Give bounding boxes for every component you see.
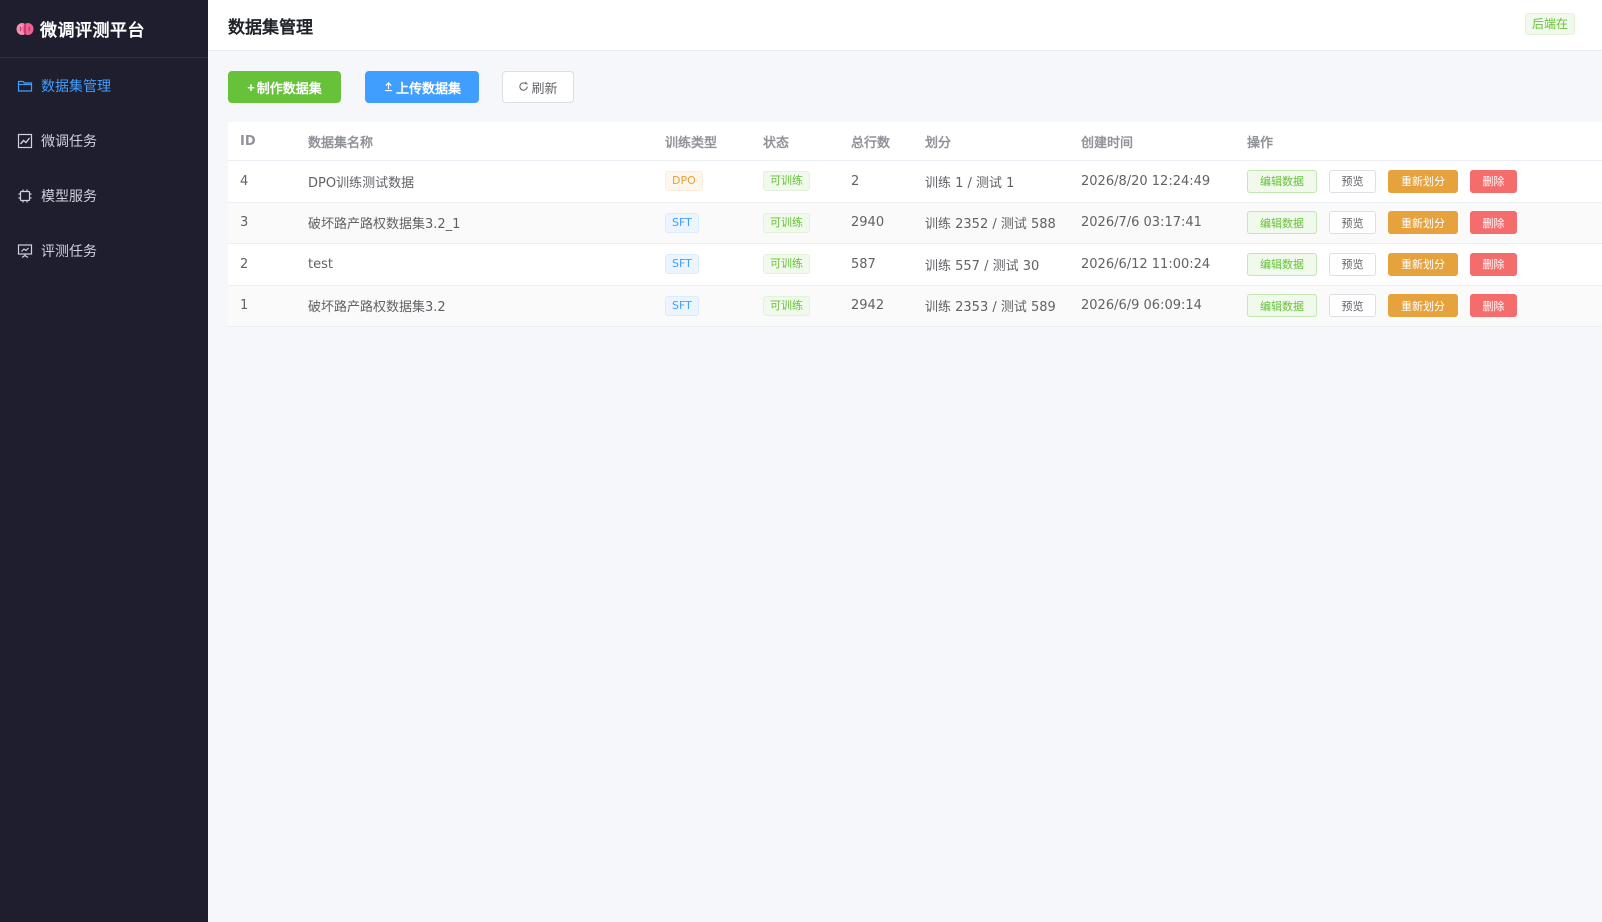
sidebar-item-label: 数据集管理 xyxy=(41,78,111,95)
delete-button[interactable]: 删除 xyxy=(1470,211,1517,235)
table-row: 3 破坏路产路权数据集3.2_1 SFT 可训练 2940 训练 2352 / … xyxy=(228,202,1602,244)
preview-button[interactable]: 预览 xyxy=(1329,169,1376,193)
cell-created: 2026/8/20 12:24:49 xyxy=(1081,173,1211,189)
cell-rows: 2942 xyxy=(851,298,885,314)
preview-button[interactable]: 预览 xyxy=(1329,294,1376,318)
cell-id: 2 xyxy=(240,256,249,272)
cell-ops: 编辑数据 预览 重新划分 删除 xyxy=(1235,211,1602,235)
sidebar-nav: 数据集管理 微调任务 模型服务 评测任务 xyxy=(0,58,208,278)
presentation-icon xyxy=(17,243,33,259)
cell-created: 2026/6/12 11:00:24 xyxy=(1081,256,1211,272)
cell-ops: 编辑数据 预览 重新划分 删除 xyxy=(1235,252,1602,276)
resplit-button[interactable]: 重新划分 xyxy=(1388,211,1458,235)
preview-button[interactable]: 预览 xyxy=(1329,211,1376,235)
type-badge: SFT xyxy=(665,212,699,233)
cell-split: 训练 2353 / 测试 589 xyxy=(925,300,1056,316)
cell-ops: 编辑数据 预览 重新划分 删除 xyxy=(1235,169,1602,193)
plus-icon: + xyxy=(247,79,255,95)
cell-id: 3 xyxy=(240,215,249,231)
sidebar-item-model-service[interactable]: 模型服务 xyxy=(0,168,208,223)
edit-data-button[interactable]: 编辑数据 xyxy=(1247,211,1317,235)
upload-icon xyxy=(383,80,394,95)
cpu-icon xyxy=(17,188,33,204)
main-content: 数据集管理 后端在 + 制作数据集 上传数据集 刷新 ID 数据集名称 训练类型 xyxy=(208,0,1602,922)
edit-data-button[interactable]: 编辑数据 xyxy=(1247,169,1317,193)
table-row: 2 test SFT 可训练 587 训练 557 / 测试 30 2026/6… xyxy=(228,244,1602,286)
table-header: ID 数据集名称 训练类型 状态 总行数 划分 创建时间 操作 xyxy=(228,122,1602,161)
sidebar: 微调评测平台 数据集管理 微调任务 模型服务 评测任务 xyxy=(0,0,208,922)
cell-rows: 2 xyxy=(851,173,860,189)
column-header-name[interactable]: 数据集名称 xyxy=(296,132,653,151)
folder-icon xyxy=(17,78,33,94)
column-header-status[interactable]: 状态 xyxy=(751,132,839,151)
type-badge: SFT xyxy=(665,254,699,275)
sidebar-item-finetune[interactable]: 微调任务 xyxy=(0,113,208,168)
status-badge: 可训练 xyxy=(763,254,810,275)
edit-data-button[interactable]: 编辑数据 xyxy=(1247,252,1317,276)
column-header-type[interactable]: 训练类型 xyxy=(653,132,751,151)
sidebar-item-label: 模型服务 xyxy=(41,188,97,205)
chart-icon xyxy=(17,133,33,149)
delete-button[interactable]: 删除 xyxy=(1470,169,1517,193)
sidebar-item-label: 微调任务 xyxy=(41,133,97,150)
sidebar-item-label: 评测任务 xyxy=(41,243,97,260)
upload-dataset-button[interactable]: 上传数据集 xyxy=(365,71,479,103)
dataset-table: ID 数据集名称 训练类型 状态 总行数 划分 创建时间 操作 4 DPO训练测… xyxy=(228,122,1602,327)
resplit-button[interactable]: 重新划分 xyxy=(1388,294,1458,318)
cell-id: 4 xyxy=(240,173,249,189)
column-header-ops: 操作 xyxy=(1247,135,1274,151)
toolbar: + 制作数据集 上传数据集 刷新 xyxy=(228,71,574,103)
backend-status-badge: 后端在 xyxy=(1525,13,1576,35)
page-title: 数据集管理 xyxy=(228,17,313,38)
cell-name: 破坏路产路权数据集3.2_1 xyxy=(308,217,461,233)
cell-id: 1 xyxy=(240,298,249,314)
type-badge: SFT xyxy=(665,295,699,316)
brain-icon xyxy=(16,21,34,37)
status-badge: 可训练 xyxy=(763,295,810,316)
type-badge: DPO xyxy=(665,171,703,192)
sidebar-item-datasets[interactable]: 数据集管理 xyxy=(0,58,208,113)
resplit-button[interactable]: 重新划分 xyxy=(1388,169,1458,193)
cell-split: 训练 557 / 测试 30 xyxy=(925,258,1040,274)
cell-rows: 587 xyxy=(851,256,876,272)
cell-split: 训练 2352 / 测试 588 xyxy=(925,217,1056,233)
brand: 微调评测平台 xyxy=(0,0,208,58)
column-header-rows[interactable]: 总行数 xyxy=(839,132,913,151)
resplit-button[interactable]: 重新划分 xyxy=(1388,252,1458,276)
create-dataset-button[interactable]: + 制作数据集 xyxy=(228,71,341,103)
create-dataset-label: 制作数据集 xyxy=(256,80,322,96)
preview-button[interactable]: 预览 xyxy=(1329,252,1376,276)
table-body: 4 DPO训练测试数据 DPO 可训练 2 训练 1 / 测试 1 2026/8… xyxy=(228,161,1602,327)
column-header-split[interactable]: 划分 xyxy=(913,132,1069,151)
cell-created: 2026/6/9 06:09:14 xyxy=(1081,298,1202,314)
page-header: 数据集管理 后端在 xyxy=(208,0,1602,51)
status-badge: 可训练 xyxy=(763,171,810,192)
edit-data-button[interactable]: 编辑数据 xyxy=(1247,294,1317,318)
sidebar-item-eval[interactable]: 评测任务 xyxy=(0,223,208,278)
refresh-button[interactable]: 刷新 xyxy=(502,71,574,103)
table-row: 1 破坏路产路权数据集3.2 SFT 可训练 2942 训练 2353 / 测试… xyxy=(228,285,1602,327)
refresh-icon xyxy=(518,80,529,95)
column-header-created[interactable]: 创建时间 xyxy=(1069,132,1235,151)
refresh-label: 刷新 xyxy=(531,80,558,96)
brand-title: 微调评测平台 xyxy=(40,21,145,41)
cell-created: 2026/7/6 03:17:41 xyxy=(1081,215,1202,231)
column-header-id[interactable]: ID xyxy=(228,134,296,149)
cell-split: 训练 1 / 测试 1 xyxy=(925,175,1015,191)
table-row: 4 DPO训练测试数据 DPO 可训练 2 训练 1 / 测试 1 2026/8… xyxy=(228,161,1602,203)
cell-name: test xyxy=(308,256,333,272)
cell-ops: 编辑数据 预览 重新划分 删除 xyxy=(1235,294,1602,318)
upload-dataset-label: 上传数据集 xyxy=(395,80,461,96)
delete-button[interactable]: 删除 xyxy=(1470,294,1517,318)
cell-rows: 2940 xyxy=(851,215,885,231)
status-badge: 可训练 xyxy=(763,212,810,233)
cell-name: 破坏路产路权数据集3.2 xyxy=(308,300,446,316)
delete-button[interactable]: 删除 xyxy=(1470,252,1517,276)
cell-name: DPO训练测试数据 xyxy=(308,175,415,191)
